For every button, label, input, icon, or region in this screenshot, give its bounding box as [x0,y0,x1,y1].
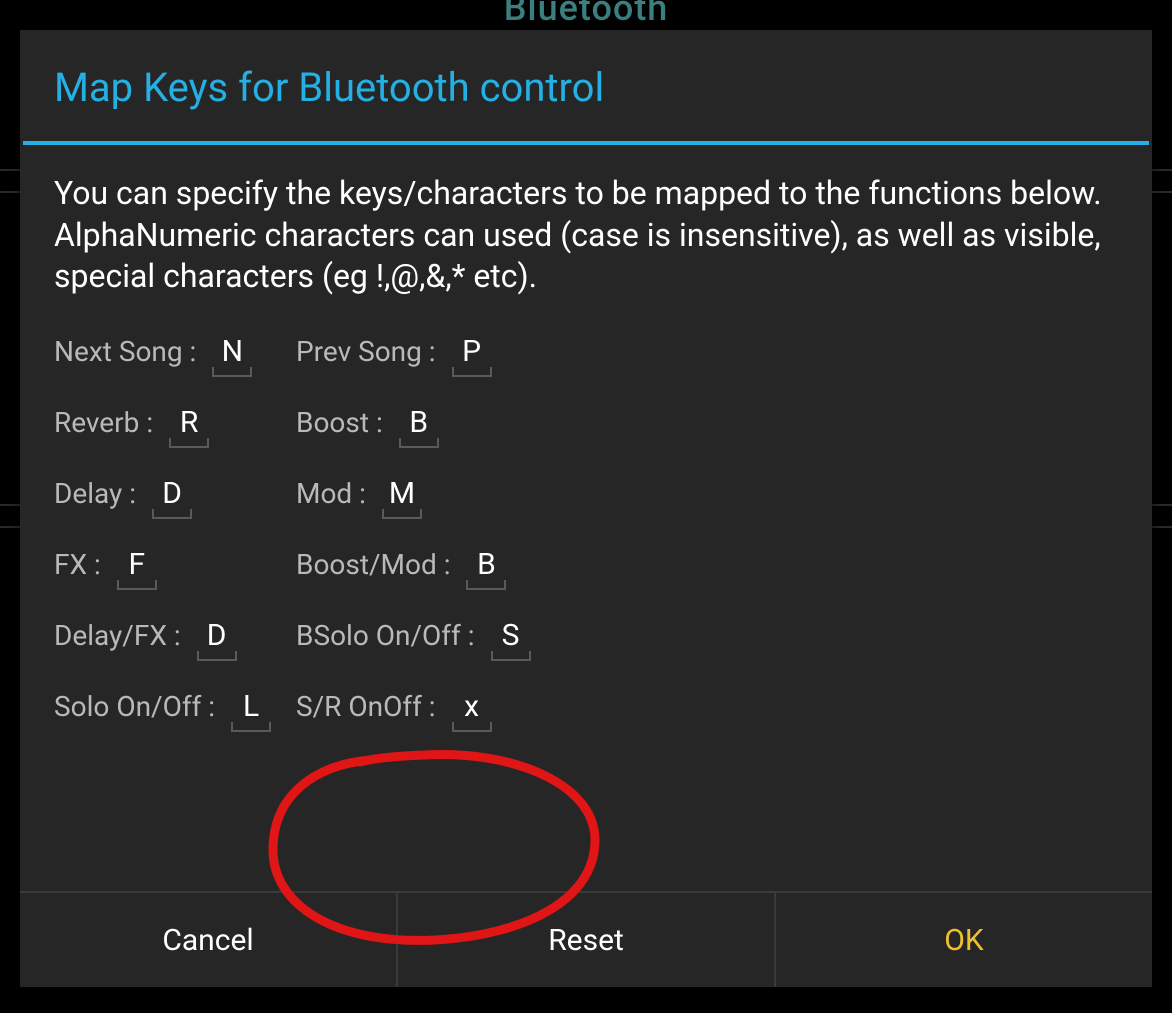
reset-button[interactable]: Reset [398,893,776,987]
reverb-label: Reverb : [54,406,153,439]
sr-onoff-input[interactable]: x [450,689,494,726]
fx-input[interactable]: F [115,547,159,584]
dialog-button-bar: Cancel Reset OK [20,891,1152,987]
field-row: Next Song : N Prev Song : P [54,334,1118,371]
solo-onoff-input[interactable]: L [229,689,273,726]
next-song-input[interactable]: N [210,334,254,371]
boost-mod-label: Boost/Mod : [296,548,450,581]
delay-fx-label: Delay/FX : [54,619,181,652]
field-row: Solo On/Off : L S/R OnOff : x [54,689,1118,726]
field-row: Delay/FX : D BSolo On/Off : S [54,618,1118,655]
delay-label: Delay : [54,477,136,510]
reverb-input[interactable]: R [167,405,211,442]
mod-input[interactable]: M [380,476,424,513]
key-mapping-fields: Next Song : N Prev Song : P Reverb : R B… [54,334,1118,726]
map-keys-dialog: Map Keys for Bluetooth control You can s… [20,30,1152,987]
boost-mod-input[interactable]: B [464,547,508,584]
field-row: FX : F Boost/Mod : B [54,547,1118,584]
sr-onoff-label: S/R OnOff : [296,690,436,723]
prev-song-input[interactable]: P [450,334,494,371]
boost-input[interactable]: B [397,405,441,442]
dialog-title: Map Keys for Bluetooth control [20,30,1152,141]
delay-input[interactable]: D [150,476,194,513]
field-row: Reverb : R Boost : B [54,405,1118,442]
prev-song-label: Prev Song : [296,335,436,368]
dialog-body: You can specify the keys/characters to b… [20,145,1152,891]
ok-button[interactable]: OK [776,893,1152,987]
mod-label: Mod : [296,477,366,510]
cancel-button[interactable]: Cancel [20,893,398,987]
boost-label: Boost : [296,406,383,439]
delay-fx-input[interactable]: D [195,618,239,655]
solo-onoff-label: Solo On/Off : [54,690,215,723]
bsolo-onoff-input[interactable]: S [489,618,533,655]
next-song-label: Next Song : [54,335,196,368]
field-row: Delay : D Mod : M [54,476,1118,513]
dialog-description: You can specify the keys/characters to b… [54,173,1118,298]
fx-label: FX : [54,548,101,581]
bsolo-onoff-label: BSolo On/Off : [296,619,475,652]
